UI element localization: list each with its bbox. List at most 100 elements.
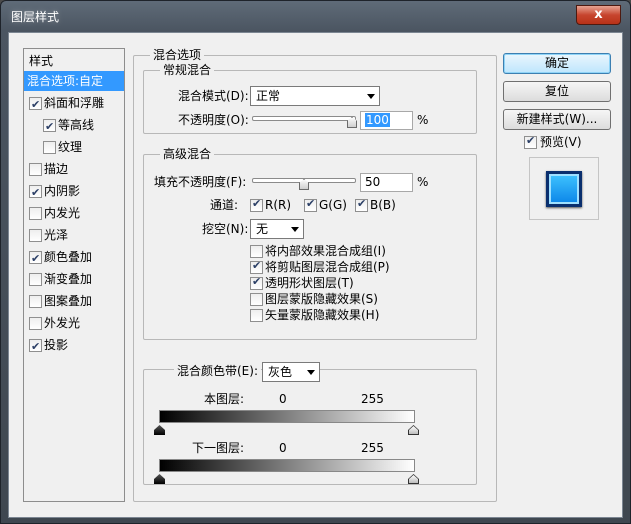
style-item-label: 描边 [44, 162, 69, 176]
style-item-label: 等高线 [58, 118, 95, 132]
advanced-option-checkbox[interactable] [250, 245, 263, 258]
general-blending-title: 常规混合 [160, 63, 215, 77]
underlying-layer-label: 下一图层: [192, 441, 245, 455]
style-item[interactable]: 外发光 [24, 313, 124, 333]
style-checkbox[interactable] [29, 295, 42, 308]
blend-mode-dropdown[interactable]: 正常 [250, 86, 380, 106]
advanced-option-checkbox[interactable] [250, 293, 263, 306]
blend-mode-value: 正常 [256, 89, 281, 103]
general-blending-group: 常规混合 混合模式(D): 正常 不透明度(O): 100 % [143, 63, 477, 134]
advanced-blending-group: 高级混合 填充不透明度(F): 50 % 通道: R(R) G(G) B(B) … [143, 147, 477, 340]
chevron-down-icon [307, 370, 315, 375]
style-item-label: 颜色叠加 [44, 250, 93, 264]
fill-opacity-input[interactable]: 50 [360, 173, 413, 192]
styles-header[interactable]: 样式 [24, 51, 124, 71]
style-checkbox[interactable] [29, 229, 42, 242]
style-item[interactable]: 渐变叠加 [24, 269, 124, 289]
fill-opacity-label: 填充不透明度(F): [154, 175, 247, 189]
title-bar[interactable]: 图层样式 x [1, 1, 630, 31]
style-item[interactable]: 描边 [24, 159, 124, 179]
preview-label: 预览(V) [540, 135, 582, 149]
style-checkbox[interactable] [29, 249, 42, 269]
this-layer-label: 本图层: [204, 392, 245, 406]
styles-list: 样式 混合选项:自定 斜面和浮雕等高线纹理描边内阴影内发光光泽颜色叠加渐变叠加图… [23, 48, 125, 502]
style-item-label: 光泽 [44, 228, 69, 242]
channel-b-checkbox[interactable] [355, 197, 368, 212]
this-layer-white-handle[interactable] [409, 426, 418, 434]
layer-style-dialog: 图层样式 x 样式 混合选项:自定 斜面和浮雕等高线纹理描边内阴影内发光光泽颜色… [0, 0, 631, 524]
reset-button[interactable]: 复位 [503, 81, 611, 102]
style-item[interactable]: 内发光 [24, 203, 124, 223]
style-item[interactable]: 内阴影 [24, 181, 124, 203]
opacity-value: 100 [365, 113, 390, 127]
blending-options-group: 混合选项 常规混合 混合模式(D): 正常 不透明度(O): 100 % 高级混… [133, 48, 497, 502]
style-checkbox[interactable] [29, 207, 42, 220]
style-checkbox[interactable] [29, 183, 42, 203]
blend-if-value: 灰色 [268, 365, 293, 379]
style-item-label: 纹理 [58, 140, 83, 154]
window-title: 图层样式 [11, 10, 60, 24]
preview-swatch [546, 171, 582, 207]
chevron-down-icon [367, 94, 375, 99]
channel-r-checkbox[interactable] [250, 197, 263, 212]
underlying-layer-min: 0 [279, 441, 287, 455]
this-layer-min: 0 [279, 392, 287, 406]
style-item-label: 图案叠加 [44, 294, 93, 308]
style-item-label: 渐变叠加 [44, 272, 93, 286]
style-checkbox[interactable] [29, 163, 42, 176]
close-button[interactable]: x [576, 5, 621, 25]
ok-button[interactable]: 确定 [503, 53, 611, 74]
blend-if-group: 混合颜色带(E): 灰色 本图层: 0 255 下一图层: 0 255 [143, 362, 477, 485]
style-item[interactable]: 投影 [24, 335, 124, 357]
preview-checkbox[interactable] [524, 134, 537, 149]
underlying-black-handle[interactable] [154, 474, 165, 484]
style-item[interactable]: 图案叠加 [24, 291, 124, 311]
blend-if-dropdown[interactable]: 灰色 [262, 362, 320, 382]
channel-b-label: B(B) [370, 198, 396, 212]
advanced-option-label: 将内部效果混合成组(I) [265, 244, 386, 258]
knockout-dropdown[interactable]: 无 [250, 219, 304, 239]
style-item[interactable]: 斜面和浮雕 [24, 93, 124, 115]
style-item[interactable]: 光泽 [24, 225, 124, 245]
style-item[interactable]: 等高线 [24, 115, 124, 137]
channel-r-label: R(R) [265, 198, 292, 212]
style-checkbox[interactable] [43, 141, 56, 154]
channel-g-label: G(G) [319, 198, 347, 212]
advanced-option-checkbox[interactable] [250, 259, 263, 274]
this-layer-gradient [159, 410, 415, 423]
blend-mode-label: 混合模式(D): [178, 89, 249, 103]
blend-if-label: 混合颜色带(E): [174, 364, 261, 378]
advanced-option-label: 矢量蒙版隐藏效果(H) [265, 308, 380, 322]
style-checkbox[interactable] [29, 273, 42, 286]
chevron-down-icon [291, 227, 299, 232]
advanced-option-label: 将剪贴图层混合成组(P) [265, 260, 390, 274]
style-item-label: 外发光 [44, 316, 81, 330]
fill-opacity-value: 50 [365, 175, 381, 189]
style-checkbox[interactable] [29, 95, 42, 115]
dialog-client: 样式 混合选项:自定 斜面和浮雕等高线纹理描边内阴影内发光光泽颜色叠加渐变叠加图… [8, 32, 623, 518]
opacity-slider[interactable] [252, 116, 356, 121]
opacity-input[interactable]: 100 [360, 111, 413, 130]
style-item-label: 斜面和浮雕 [44, 96, 105, 110]
knockout-value: 无 [256, 222, 269, 236]
style-checkbox[interactable] [43, 117, 56, 137]
style-item[interactable]: 纹理 [24, 137, 124, 157]
new-style-button[interactable]: 新建样式(W)... [503, 109, 611, 130]
blending-options-title: 混合选项 [150, 48, 205, 62]
opacity-unit: % [417, 113, 429, 127]
advanced-option-checkbox[interactable] [250, 275, 263, 290]
style-preview [529, 157, 599, 220]
opacity-label: 不透明度(O): [178, 113, 249, 127]
style-checkbox[interactable] [29, 317, 42, 330]
style-checkbox[interactable] [29, 337, 42, 357]
this-layer-max: 255 [361, 392, 384, 406]
underlying-white-handle[interactable] [409, 475, 418, 483]
style-item[interactable]: 颜色叠加 [24, 247, 124, 269]
advanced-option-label: 透明形状图层(T) [265, 276, 354, 290]
advanced-option-checkbox[interactable] [250, 309, 263, 322]
channel-g-checkbox[interactable] [304, 197, 317, 212]
underlying-layer-gradient [159, 459, 415, 472]
style-item-blending-options[interactable]: 混合选项:自定 [24, 71, 124, 91]
this-layer-black-handle[interactable] [154, 425, 165, 435]
style-item-label: 内发光 [44, 206, 81, 220]
